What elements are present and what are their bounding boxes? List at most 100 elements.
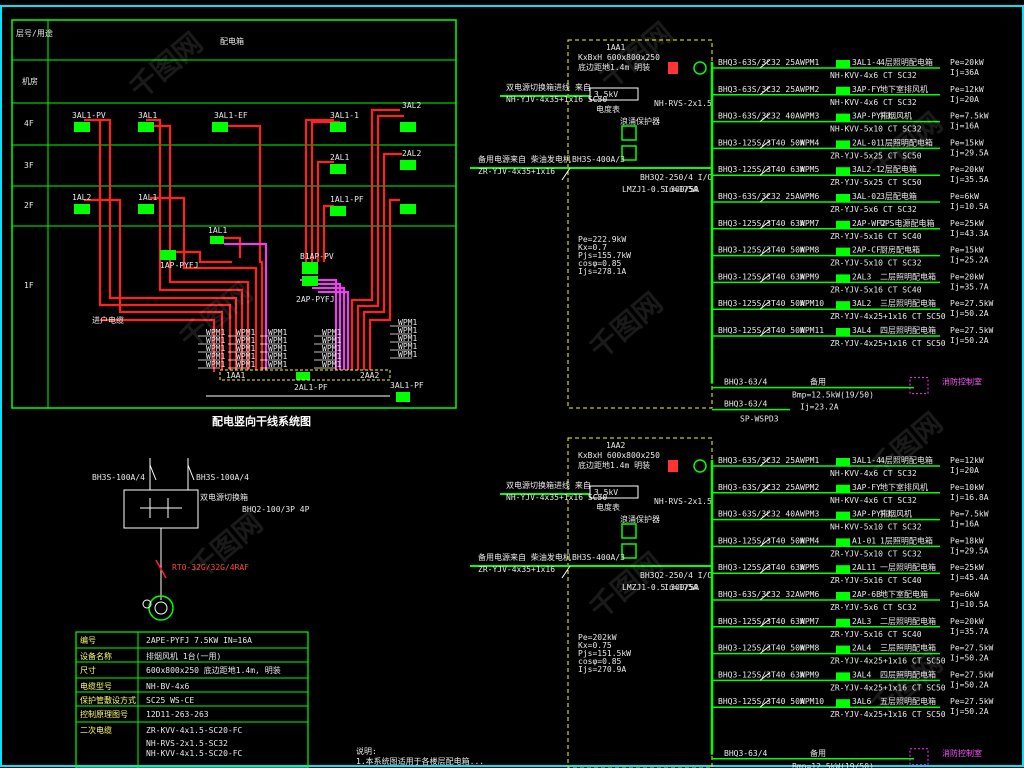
box-f4-mid: 3AL1 <box>138 111 157 120</box>
watermark-3: 千图网 <box>183 506 269 585</box>
circuit-row: BHQ3-125S/3T40 50AWPM10 3AL6ZR-YJV-4x25+1… <box>712 696 994 719</box>
load-box <box>836 167 850 176</box>
circuit-ij: Ij=20A <box>950 466 979 475</box>
circuit-name: 地下室排风机 <box>880 482 928 492</box>
meter-label: NH-RVS-2x1.5 <box>654 99 712 108</box>
motor-control-diagram: BH3S-100A/4 BH3S-100A/4 双电源切换箱 BHQ2-100/… <box>75 458 484 768</box>
incoming-2: 备用电源来自 柴油发电机 <box>478 552 571 562</box>
riser-header-col1: 层号/用途 <box>16 28 53 38</box>
circuit-ij: Ij=10.5A <box>950 600 989 609</box>
circuit-name: 一层照明配电箱 <box>880 562 936 572</box>
spare-label: 备用 <box>810 748 826 758</box>
circuit-name: 地下室排风机 <box>880 84 928 94</box>
circuit-ij: Ij=16A <box>950 122 979 131</box>
incoming-2: 备用电源来自 柴油发电机 <box>478 154 571 164</box>
circuit-ij: Ij=45.4A <box>950 573 989 582</box>
incoming-2b: ZR-YJV-4x35+1x16 <box>478 167 555 176</box>
table-cell-value: 600x800x250 底边距地1.4m, 明装 <box>146 665 281 675</box>
circuit-ij: Ij=35.7A <box>950 282 989 291</box>
circuit-pe: Pe=18kW <box>950 536 984 545</box>
load-box <box>836 247 850 256</box>
floor-label-1f: 1F <box>24 281 34 290</box>
circuit-cable: ZR-YJV-5x25 CT SC50 <box>830 178 922 187</box>
circuit-pe: Pe=20kW <box>950 165 984 174</box>
main-breaker: BH3S-400A/3 <box>572 155 625 164</box>
box-f4-left: 3AL1-PV <box>72 111 106 120</box>
load-box <box>836 484 850 493</box>
circuit-ij: Ij=25.2A <box>950 256 989 265</box>
circuit-breaker: BHQ3-125S/3T40 63A <box>718 617 805 626</box>
box-f4-r2: 3AL2 <box>402 101 421 110</box>
circuit-load: 3AL2 <box>852 299 871 308</box>
table-cell-value: ZR-KVV-4x1.5-SC20-FC <box>146 726 243 735</box>
circuit-breaker: BHQ3-63S/3C32 40A <box>718 510 800 519</box>
table-cell-key: 保护管敷设方式 <box>80 695 136 705</box>
panel-spec: KxBxH 600x800x250 <box>578 451 660 460</box>
spd-id: 3,5kV <box>594 488 618 497</box>
circuit-breaker: BHQ3-125S/3T40 63A <box>718 219 805 228</box>
table-extra-line: NH-RVS-2x1.5-SC32 <box>146 739 228 748</box>
circuit-load: A1-01 <box>852 536 876 545</box>
circuit-wpm: WPM5 <box>800 165 819 174</box>
circuit-load: 2AP-CF <box>852 246 881 255</box>
circuit-cable: NH-KVV-4x6 CT SC32 <box>830 496 917 505</box>
table-cell-key: 编号 <box>80 635 96 645</box>
circuit-load: 3AL4 <box>852 326 871 335</box>
circuit-wpm: WPM9 <box>800 670 819 679</box>
circuit-ij: Ij=50.2A <box>950 654 989 663</box>
circuit-pe: Pe=7.5kW <box>950 112 989 121</box>
table-cell-value: NH-BV-4x6 <box>146 682 190 691</box>
load-box <box>836 113 850 122</box>
circuit-cable: ZR-YJV-5x16 CT SC40 <box>830 576 922 585</box>
circuit-row: BHQ3-125S/3T40 50AWPM4 2AL-01ZR-YJV-5x25 … <box>712 137 989 160</box>
circuit-wpm: WPM8 <box>800 644 819 653</box>
feeder-tag: WPM1 <box>398 350 417 359</box>
circuit-load: 2AP-6B <box>852 590 881 599</box>
watermark-1: 千图网 <box>123 26 209 105</box>
circuit-wpm: WPM4 <box>800 138 819 147</box>
circuit-pe: Pe=27.5kW <box>950 326 994 335</box>
spare-breaker: BHQ3-63/4 <box>724 378 768 387</box>
table-cell-key: 控制原理图号 <box>80 709 128 719</box>
circuit-ij: Ij=29.5A <box>950 148 989 157</box>
circuit-cable: NH-KVV-4x6 CT SC32 <box>830 71 917 80</box>
circuit-row: BHQ3-125S/3T40 50AWPM11 3AL4 ZR-YJV-4x25+1… <box>712 325 994 348</box>
circuit-row: BHQ3-125S/3T40 63AWPM7 2AL3 ZR-YJV-5x16 CT… <box>712 616 989 639</box>
circuit-wpm: WPM6 <box>800 590 819 599</box>
earth-icon <box>693 61 707 75</box>
box-f2-left1: 1AL2 <box>72 193 91 202</box>
circuit-pe: Pe=27.5kW <box>950 299 994 308</box>
circuit-wpm: WPM9 <box>800 272 819 281</box>
watermark-5: 千图网 <box>583 286 669 365</box>
load-box <box>836 672 850 681</box>
box-f3-r1: 2AL1 <box>330 153 349 162</box>
breaker-left-label: BH3S-100A/4 <box>92 473 145 482</box>
circuit-name: 排烟风机 <box>880 509 912 519</box>
circuit-pe: Pe=12kW <box>950 85 984 94</box>
circuit-load: 3AL1-4 <box>852 58 881 67</box>
transfer-label: BH3Q2-250/4 I/O <box>640 173 712 182</box>
feeder-tag: WPM1 <box>236 360 255 369</box>
load-box <box>836 220 850 229</box>
table-cell-key: 设备名称 <box>80 651 112 661</box>
spare-breaker-2: BHQ3-63/4 <box>724 400 768 409</box>
load-box <box>836 194 850 202</box>
circuit-pe: Pe=7.5kW <box>950 510 989 519</box>
incoming-label: 进户电缆 <box>92 315 124 325</box>
panel-spec2: 底边距地1.4m 明装 <box>578 460 650 470</box>
spare-breaker: BHQ3-63/4 <box>724 749 768 758</box>
circuit-breaker: BHQ3-125S/3T40 63A <box>718 272 805 281</box>
circuit-name: 地下室配电箱 <box>880 589 928 599</box>
circuit-pe: Pe=6kW <box>950 590 979 599</box>
load-box <box>836 140 850 149</box>
circuit-wpm: WPM11 <box>800 326 824 335</box>
circuit-load: 3AL-02 <box>852 192 881 201</box>
note-line: 1.本系统图适用于各楼层配电箱... <box>356 756 484 766</box>
circuit-pe: Pe=27.5kW <box>950 697 994 706</box>
circuit-name: 3层配电箱 <box>880 191 917 201</box>
circuit-cable: ZR-YJV-5x16 CT SC40 <box>830 285 922 294</box>
circuit-breaker: BHQ3-125S/3T40 63A <box>718 165 805 174</box>
panel-id: 1AA2 <box>606 441 625 450</box>
circuit-breaker: BHQ3-63S/3C32 25A <box>718 58 800 67</box>
circuit-pe: Pe=6kW <box>950 192 979 201</box>
